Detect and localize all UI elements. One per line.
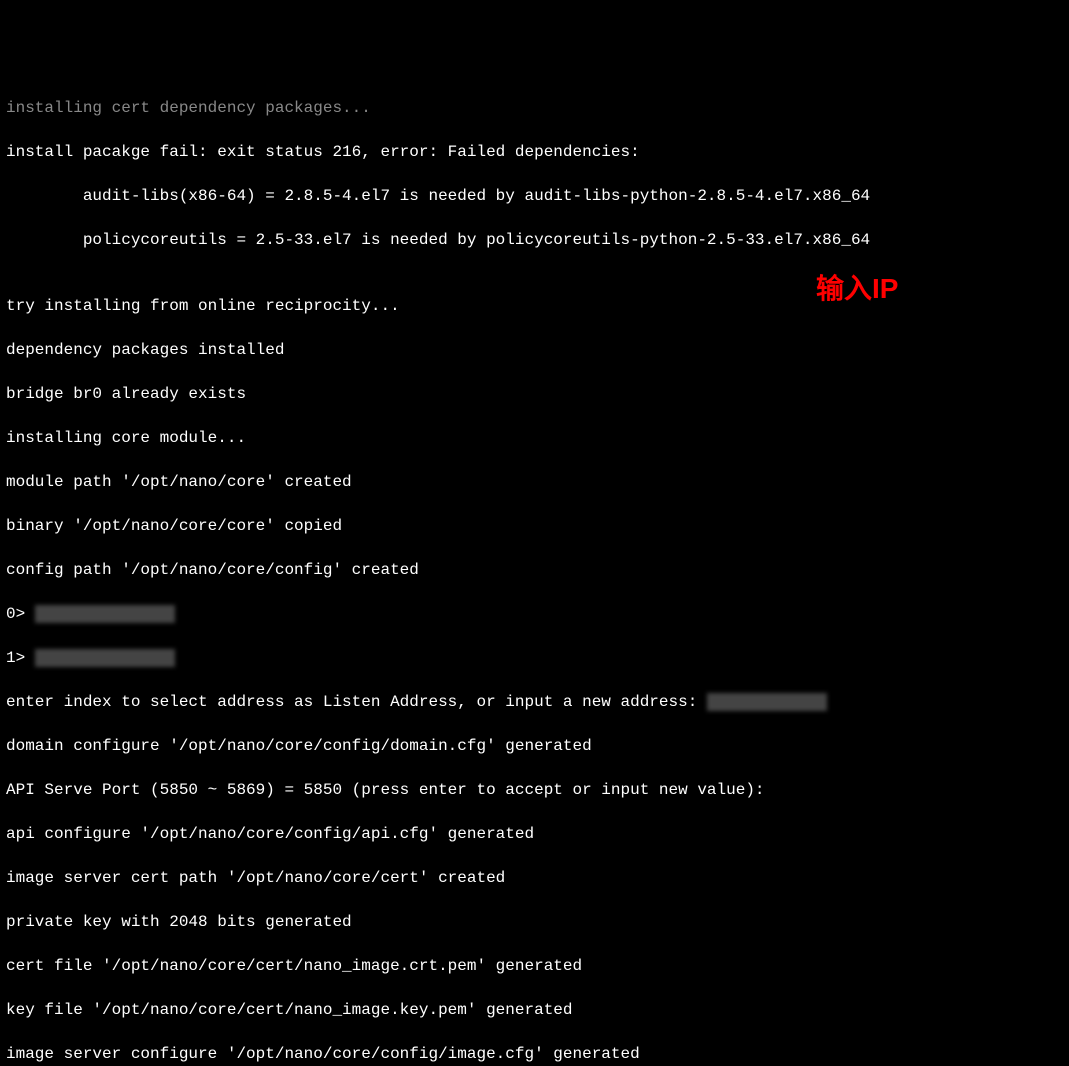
- terminal-output: installing cert dependency packages... i…: [6, 88, 1063, 1066]
- terminal-line: installing core module...: [6, 427, 1063, 449]
- terminal-line: domain configure '/opt/nano/core/config/…: [6, 735, 1063, 757]
- terminal-line: policycoreutils = 2.5-33.el7 is needed b…: [6, 229, 1063, 251]
- terminal-prompt-1: 1>: [6, 647, 1063, 669]
- terminal-line: image server configure '/opt/nano/core/c…: [6, 1043, 1063, 1065]
- terminal-line: module path '/opt/nano/core' created: [6, 471, 1063, 493]
- listen-prompt-text: enter index to select address as Listen …: [6, 693, 707, 711]
- terminal-line: install pacakge fail: exit status 216, e…: [6, 141, 1063, 163]
- terminal-line: api configure '/opt/nano/core/config/api…: [6, 823, 1063, 845]
- redacted-ip-1: [35, 649, 175, 667]
- terminal-line: binary '/opt/nano/core/core' copied: [6, 515, 1063, 537]
- terminal-line: image server cert path '/opt/nano/core/c…: [6, 867, 1063, 889]
- terminal-listen-prompt[interactable]: enter index to select address as Listen …: [6, 691, 1063, 713]
- prompt-prefix: 0>: [6, 605, 35, 623]
- terminal-line: cert file '/opt/nano/core/cert/nano_imag…: [6, 955, 1063, 977]
- terminal-line: config path '/opt/nano/core/config' crea…: [6, 559, 1063, 581]
- terminal-line: private key with 2048 bits generated: [6, 911, 1063, 933]
- terminal-line: dependency packages installed: [6, 339, 1063, 361]
- terminal-prompt-0: 0>: [6, 603, 1063, 625]
- terminal-line: installing cert dependency packages...: [6, 97, 1063, 119]
- terminal-line: try installing from online reciprocity..…: [6, 295, 1063, 317]
- terminal-line: key file '/opt/nano/core/cert/nano_image…: [6, 999, 1063, 1021]
- annotation-input-ip: 输入IP: [816, 278, 898, 300]
- redacted-input-ip: [707, 693, 827, 711]
- terminal-line: bridge br0 already exists: [6, 383, 1063, 405]
- prompt-prefix: 1>: [6, 649, 35, 667]
- terminal-line: API Serve Port (5850 ~ 5869) = 5850 (pre…: [6, 779, 1063, 801]
- redacted-ip-0: [35, 605, 175, 623]
- terminal-line: audit-libs(x86-64) = 2.8.5-4.el7 is need…: [6, 185, 1063, 207]
